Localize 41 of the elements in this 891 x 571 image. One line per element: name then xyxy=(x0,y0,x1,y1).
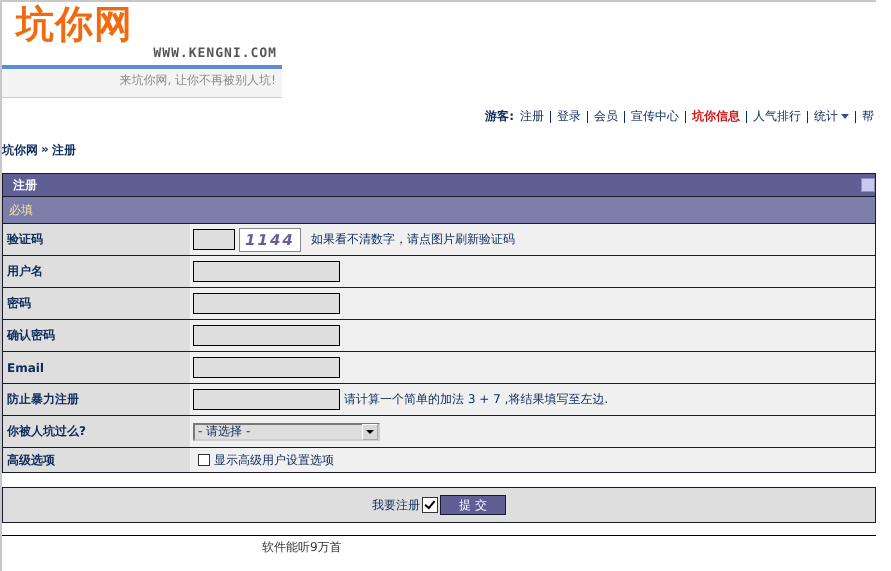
hint-text: 请计算一个简单的加法 3 + 7 ,将结果填写至左边. xyxy=(344,391,608,408)
field-label: Email xyxy=(3,352,190,383)
form-title: 注册 xyxy=(13,176,37,194)
site-url: WWW.KENGNI.COM xyxy=(153,46,277,62)
input-field[interactable] xyxy=(193,389,340,410)
hint-text: 如果看不清数字，请点图片刷新验证码 xyxy=(311,231,515,248)
input-field[interactable] xyxy=(193,325,340,346)
field-label: 密码 xyxy=(3,288,190,319)
input-field[interactable] xyxy=(193,261,340,282)
guest-label: 游客: xyxy=(485,108,514,125)
input-field[interactable] xyxy=(193,293,340,314)
agree-label: 我要注册 xyxy=(372,496,420,514)
caret-icon xyxy=(841,114,849,119)
slogan-text: 来坑你网, 让你不再被别人坑! xyxy=(2,69,282,98)
nav-link[interactable]: 宣传中心 xyxy=(631,108,679,125)
captcha-input[interactable] xyxy=(193,229,235,250)
field-label: 你被人坑过么? xyxy=(3,416,190,447)
captcha-image[interactable]: 1144 xyxy=(239,228,301,252)
breadcrumb-current: 注册 xyxy=(52,142,76,159)
field-label: 用户名 xyxy=(3,256,190,287)
submit-button[interactable]: 提 交 xyxy=(440,495,506,515)
nav-link[interactable]: 人气排行 xyxy=(753,108,801,125)
nav-link[interactable]: 会员 xyxy=(594,108,618,125)
nav-link[interactable]: 登录 xyxy=(557,108,581,125)
agree-checkbox[interactable] xyxy=(422,497,438,513)
nav-link[interactable]: 帮 xyxy=(862,108,874,125)
footer-text: 软件能听9万首 xyxy=(262,538,342,556)
nav-link[interactable]: 统计 xyxy=(814,108,849,125)
section-label: 必填 xyxy=(9,202,33,218)
field-label: 高级选项 xyxy=(3,448,190,472)
nav-link[interactable]: 注册 xyxy=(520,108,544,125)
field-label: 确认密码 xyxy=(3,320,190,351)
field-label: 防止暴力注册 xyxy=(3,384,190,415)
checkbox[interactable] xyxy=(198,454,210,466)
input-field[interactable] xyxy=(193,357,340,378)
site-logo: 坑你网 xyxy=(14,2,134,46)
field-label: 验证码 xyxy=(3,224,190,255)
select-dropdown[interactable]: - 请选择 - xyxy=(193,422,380,440)
breadcrumb-separator: » xyxy=(41,142,49,158)
checkbox-label: 显示高级用户设置选项 xyxy=(214,452,334,468)
nav-link[interactable]: 坑你信息 xyxy=(692,108,740,125)
